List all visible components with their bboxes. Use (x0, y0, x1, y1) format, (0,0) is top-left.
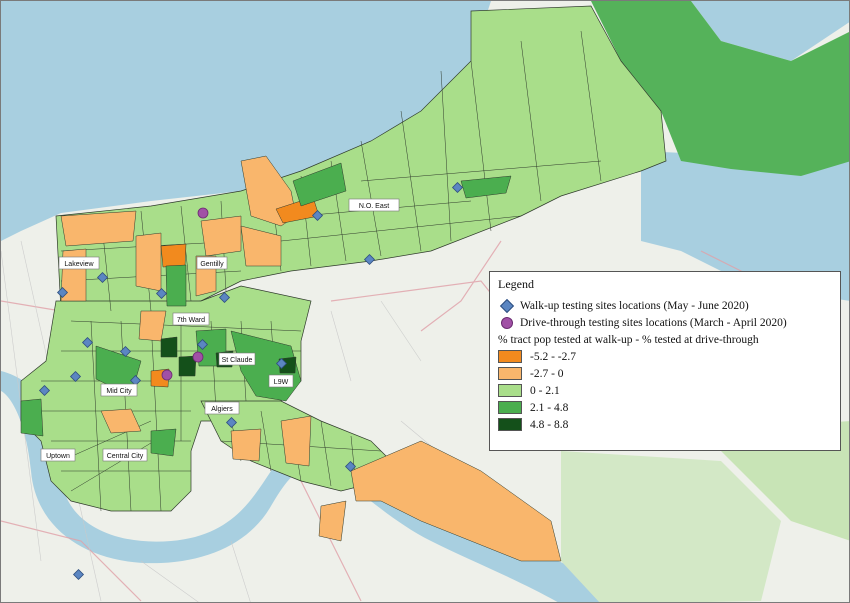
legend-class-row: -5.2 - -2.7 (498, 348, 832, 365)
svg-text:Central City: Central City (107, 453, 144, 460)
legend-class-label: 2.1 - 4.8 (530, 401, 569, 414)
circle-icon (498, 316, 516, 329)
legend-swatch (498, 384, 522, 397)
place-label-l9w: L9W (268, 374, 294, 388)
place-label-central-city: Central City (102, 448, 148, 462)
diamond-icon (498, 298, 516, 313)
place-label-gentilly: Gentilly (196, 256, 228, 270)
svg-text:Uptown: Uptown (46, 453, 70, 460)
legend-swatch (498, 418, 522, 431)
legend-class-row: -2.7 - 0 (498, 365, 832, 382)
legend-walkup-row: Walk-up testing sites locations (May - J… (498, 297, 832, 314)
legend-subtitle: % tract pop tested at walk-up - % tested… (498, 334, 759, 346)
svg-text:N.O. East: N.O. East (359, 203, 389, 210)
place-label-mid-city: Mid City (100, 383, 138, 397)
place-label-no-east: N.O. East (348, 198, 400, 212)
legend-swatch (498, 350, 522, 363)
svg-text:Mid City: Mid City (106, 388, 132, 395)
place-label-uptown: Uptown (40, 448, 76, 462)
map-figure: N.O. East Lakeview Gentilly 7th Ward St … (0, 0, 850, 603)
legend-drive-row: Drive-through testing sites locations (M… (498, 314, 832, 331)
place-label-st-claude: St Claude (218, 352, 256, 366)
legend-drive-label: Drive-through testing sites locations (M… (520, 316, 787, 329)
place-label-lakeview: Lakeview (58, 256, 100, 270)
legend-class-row: 0 - 2.1 (498, 382, 832, 399)
svg-text:Algiers: Algiers (211, 406, 233, 413)
legend-class-label: -5.2 - -2.7 (530, 350, 576, 363)
legend-class-label: -2.7 - 0 (530, 367, 564, 380)
legend-class-row: 4.8 - 8.8 (498, 416, 832, 433)
place-label-7th-ward: 7th Ward (172, 312, 210, 326)
legend-class-label: 4.8 - 8.8 (530, 418, 569, 431)
svg-text:Gentilly: Gentilly (200, 261, 224, 268)
svg-text:Lakeview: Lakeview (64, 261, 94, 268)
legend-class-row: 2.1 - 4.8 (498, 399, 832, 416)
svg-text:7th Ward: 7th Ward (177, 317, 205, 324)
legend-class-label: 0 - 2.1 (530, 384, 560, 397)
svg-text:L9W: L9W (274, 379, 289, 386)
svg-text:St Claude: St Claude (222, 357, 253, 364)
legend-swatch (498, 367, 522, 380)
legend-title: Legend (498, 277, 534, 291)
legend-swatch (498, 401, 522, 414)
map-legend: Legend Walk-up testing sites locations (… (489, 271, 841, 451)
legend-walkup-label: Walk-up testing sites locations (May - J… (520, 299, 749, 312)
place-label-algiers: Algiers (204, 401, 240, 415)
